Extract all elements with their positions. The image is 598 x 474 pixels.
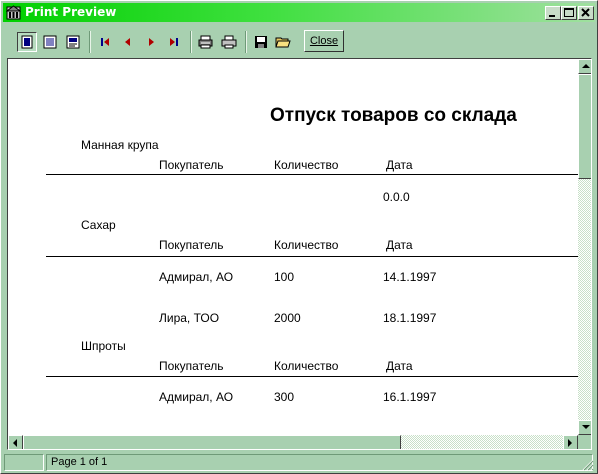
close-button-label: Close [309, 35, 339, 47]
horizontal-scrollbar[interactable] [8, 435, 578, 449]
row-buyer: Лира, ТОО [159, 311, 220, 325]
column-header-date: Дата [386, 158, 413, 172]
whole-page-button[interactable] [17, 32, 37, 52]
row-buyer: Адмирал, АО [159, 390, 234, 404]
next-page-button[interactable] [141, 32, 161, 52]
print-icon [221, 35, 237, 49]
row-date: 14.1.1997 [383, 270, 437, 284]
scroll-right-button[interactable] [563, 435, 578, 449]
open-button[interactable] [273, 32, 293, 52]
column-header-quantity: Количество [274, 359, 339, 373]
column-header-buyer: Покупатель [159, 158, 224, 172]
row-quantity: 300 [274, 390, 295, 404]
print-button[interactable] [219, 32, 239, 52]
row-date: 0.0.0 [383, 190, 410, 204]
last-page-icon [170, 38, 178, 46]
scroll-left-button[interactable] [8, 435, 23, 449]
save-button[interactable] [251, 32, 271, 52]
row-date: 18.1.1997 [383, 311, 437, 325]
app-icon [6, 5, 21, 20]
report-title: Отпуск товаров со склада [270, 105, 517, 126]
vertical-scrollbar[interactable] [578, 59, 591, 435]
page-width-icon [43, 35, 57, 49]
row-date: 16.1.1997 [383, 390, 437, 404]
row-quantity: 100 [274, 270, 295, 284]
vertical-scroll-thumb[interactable] [578, 74, 591, 179]
column-header-quantity: Количество [274, 238, 339, 252]
row-buyer: Адмирал, АО [159, 270, 234, 284]
scroll-down-button[interactable] [578, 420, 591, 435]
toolbar-separator [190, 31, 192, 53]
last-page-button[interactable] [164, 32, 184, 52]
open-icon [275, 37, 291, 48]
close-icon [581, 8, 590, 17]
horizontal-scroll-thumb[interactable] [23, 435, 401, 449]
prior-page-button[interactable] [118, 32, 138, 52]
maximize-icon [564, 8, 574, 17]
column-header-date: Дата [386, 238, 413, 252]
page-width-button[interactable] [40, 32, 60, 52]
close-window-button[interactable] [578, 6, 594, 20]
arrow-up-icon [581, 64, 590, 68]
print-preview-window: Print Preview Close Отпуск товаров со ск… [0, 0, 598, 474]
toolbar-separator [89, 31, 91, 53]
row-quantity: 2000 [274, 311, 301, 325]
close-preview-button[interactable]: Close [304, 30, 344, 52]
zoom-100-icon [66, 35, 80, 49]
header-rule [46, 174, 578, 175]
header-rule [46, 376, 578, 377]
scrollbar-corner [578, 435, 591, 449]
minimize-button[interactable] [545, 6, 561, 20]
status-panel-blank [4, 454, 44, 471]
column-header-quantity: Количество [274, 158, 339, 172]
report-page: Отпуск товаров со склада Манная крупа По… [8, 59, 578, 435]
scroll-up-button[interactable] [578, 59, 591, 74]
page-indicator: Page 1 of 1 [46, 454, 593, 471]
group-name: Манная крупа [81, 138, 159, 152]
prior-page-icon [125, 38, 130, 46]
header-rule [46, 256, 578, 257]
arrow-left-icon [13, 438, 17, 447]
print-setup-button[interactable] [196, 32, 216, 52]
print-setup-icon [198, 35, 213, 49]
column-header-date: Дата [386, 359, 413, 373]
toolbar: Close [3, 25, 595, 58]
arrow-down-icon [581, 425, 590, 429]
status-bar: Page 1 of 1 [3, 453, 595, 472]
first-page-icon [101, 38, 109, 46]
column-header-buyer: Покупатель [159, 359, 224, 373]
title-bar[interactable]: Print Preview [3, 3, 595, 22]
group-name: Шпроты [81, 339, 126, 353]
maximize-button[interactable] [561, 6, 577, 20]
save-icon [255, 36, 267, 48]
whole-page-icon [21, 35, 33, 49]
resize-grip-icon[interactable] [582, 459, 594, 471]
zoom-100-button[interactable] [63, 32, 83, 52]
window-title: Print Preview [25, 5, 117, 19]
arrow-right-icon [568, 438, 572, 447]
column-header-buyer: Покупатель [159, 238, 224, 252]
first-page-button[interactable] [95, 32, 115, 52]
toolbar-separator [245, 31, 247, 53]
minimize-icon [549, 15, 555, 17]
preview-pane[interactable]: Отпуск товаров со склада Манная крупа По… [7, 58, 592, 450]
group-name: Сахар [81, 218, 116, 232]
next-page-icon [149, 38, 154, 46]
